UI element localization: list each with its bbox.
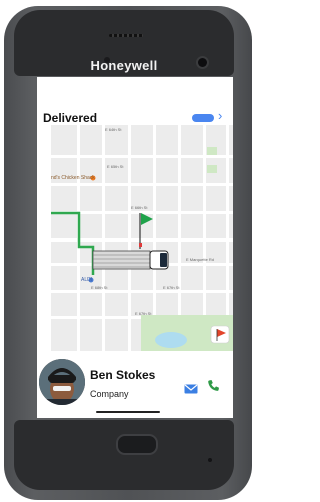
street-label: E 68th St bbox=[91, 285, 108, 290]
poi-label-aldi: ALDI bbox=[81, 277, 93, 283]
street-label: E 67th St bbox=[163, 285, 180, 290]
front-camera bbox=[198, 58, 207, 67]
app-screen: Delivered › nd's Chicken Shack ALDI E 64… bbox=[37, 77, 233, 418]
hardware-home-button[interactable] bbox=[116, 434, 158, 455]
map-canvas bbox=[51, 125, 233, 351]
poi-label-chicken-shack: nd's Chicken Shack bbox=[51, 175, 95, 181]
driver-card[interactable]: Ben Stokes Company bbox=[37, 351, 233, 418]
driver-name: Ben Stokes bbox=[90, 368, 156, 382]
envelope-icon[interactable] bbox=[184, 381, 198, 394]
street-label: E 65th St bbox=[107, 164, 124, 169]
street-label: E Marquette Rd bbox=[186, 257, 215, 262]
status-bar bbox=[37, 77, 233, 101]
device-bottom-bezel bbox=[14, 420, 234, 490]
chevron-right-icon[interactable]: › bbox=[218, 109, 222, 123]
microphone bbox=[208, 458, 212, 462]
device-top-bezel: Honeywell bbox=[14, 10, 234, 76]
driver-company: Company bbox=[90, 389, 129, 399]
home-indicator[interactable] bbox=[96, 411, 160, 413]
street-label: E 67th St bbox=[135, 311, 152, 316]
status-header: Delivered › bbox=[37, 101, 233, 125]
street-label: E 64th St bbox=[105, 127, 122, 132]
delivery-map[interactable]: nd's Chicken Shack ALDI E 64th St E 65th… bbox=[51, 125, 233, 351]
page-title: Delivered bbox=[43, 111, 98, 125]
earpiece bbox=[109, 34, 143, 37]
street-label: E 66th St bbox=[131, 205, 148, 210]
phone-icon[interactable] bbox=[207, 379, 220, 392]
avatar bbox=[39, 359, 85, 405]
status-toggle[interactable] bbox=[192, 114, 214, 122]
